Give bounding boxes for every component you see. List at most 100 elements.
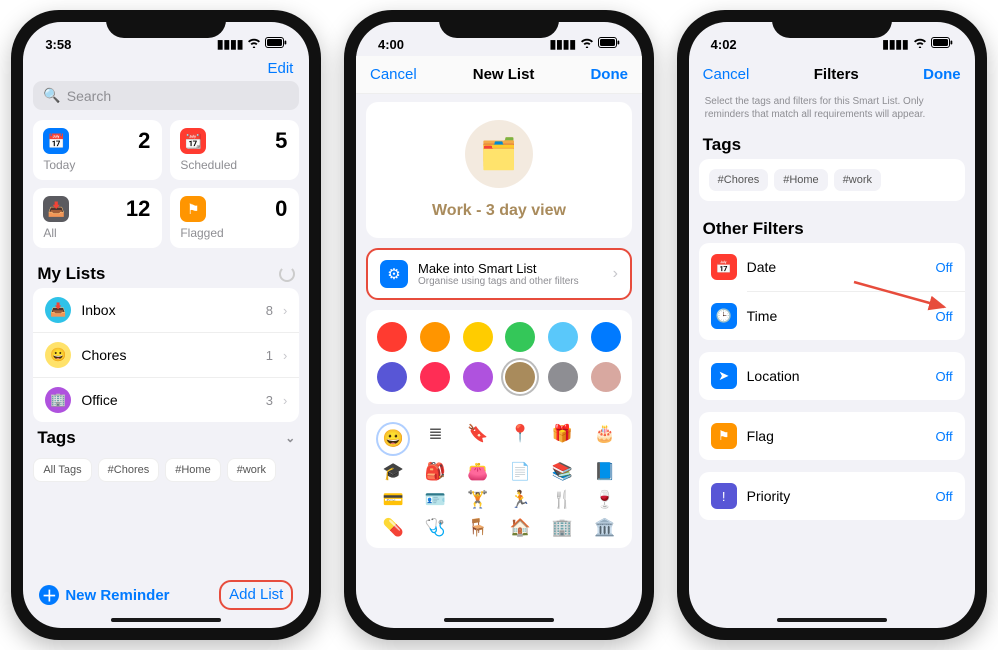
tag-chip[interactable]: #Home [774, 169, 827, 191]
color-swatch[interactable] [548, 322, 578, 352]
notch [106, 10, 226, 38]
icon-option[interactable]: 🏠 [510, 518, 531, 538]
wifi-icon [913, 37, 927, 51]
notch [772, 10, 892, 38]
cancel-button[interactable]: Cancel [370, 66, 417, 83]
icon-option[interactable]: 🎂 [594, 424, 615, 454]
icon-option[interactable]: 🏢 [552, 518, 573, 538]
icon-option[interactable]: 🎒 [425, 462, 446, 482]
add-list-button[interactable]: Add List [229, 586, 283, 603]
tag-chip[interactable]: #work [834, 169, 881, 191]
icon-option[interactable]: 📍 [510, 424, 531, 454]
list-row[interactable]: 🏢 Office 3 › [33, 378, 299, 422]
calendar-scheduled-icon: 📆 [180, 128, 206, 154]
icon-option[interactable]: 🍴 [552, 490, 573, 510]
filter-row-time[interactable]: 🕒 Time Off [699, 292, 965, 340]
card-all[interactable]: 📥 12 All [33, 188, 162, 248]
color-swatch[interactable] [463, 362, 493, 392]
filter-row-flag[interactable]: ⚑ Flag Off [699, 412, 965, 460]
calendar-today-icon: 📅 [43, 128, 69, 154]
icon-option[interactable]: 📘 [594, 462, 615, 482]
list-name-field[interactable]: Work - 3 day view [432, 202, 566, 220]
battery-icon [931, 37, 953, 51]
icon-option[interactable]: 🏃 [510, 490, 531, 510]
list-row[interactable]: 😀 Chores 1 › [33, 333, 299, 378]
tray-icon: 📥 [43, 196, 69, 222]
color-swatch[interactable] [548, 362, 578, 392]
home-indicator[interactable] [111, 618, 221, 622]
tag-chip[interactable]: #Chores [709, 169, 769, 191]
color-swatch[interactable] [463, 322, 493, 352]
card-flagged-count: 0 [275, 196, 287, 222]
color-swatch[interactable] [377, 362, 407, 392]
tag-chip[interactable]: #work [227, 458, 276, 482]
icon-option[interactable]: 🏋️ [467, 490, 488, 510]
home-indicator[interactable] [444, 618, 554, 622]
list-preview-icon: 🗂️ [465, 120, 533, 188]
filter-row-date[interactable]: 📅 Date Off [699, 243, 965, 291]
color-swatch[interactable] [377, 322, 407, 352]
icon-option[interactable]: 🎁 [552, 424, 573, 454]
make-smart-list-row[interactable]: ⚙︎ Make into Smart List Organise using t… [366, 248, 632, 300]
icon-picker: 😀 ≣ 🔖 📍 🎁 🎂 🎓 🎒 👛 📄 📚 📘 💳 🪪 🏋️ 🏃 🍴 🍷 💊 🩺 🪑 🏠 🏢 🏛️ [366, 414, 632, 548]
card-flagged[interactable]: ⚑ 0 Flagged [170, 188, 299, 248]
card-scheduled[interactable]: 📆 5 Scheduled [170, 120, 299, 180]
icon-option[interactable]: ≣ [428, 424, 442, 454]
my-lists: 📥 Inbox 8 ›😀 Chores 1 ›🏢 Office 3 › [33, 288, 299, 422]
filter-row-location[interactable]: ➤ Location Off [699, 352, 965, 400]
phone-new-list: 4:00 ▮▮▮▮ Cancel New List Done 🗂️ Work -… [344, 10, 654, 640]
list-preview-card: 🗂️ Work - 3 day view [366, 102, 632, 238]
done-button[interactable]: Done [590, 66, 628, 83]
icon-option[interactable]: 📄 [510, 462, 531, 482]
flag-icon: ⚑ [180, 196, 206, 222]
filter-value: Off [936, 309, 953, 324]
color-swatch[interactable] [420, 362, 450, 392]
my-lists-header: My Lists [37, 264, 105, 284]
flag-icon: ⚑ [711, 423, 737, 449]
color-swatch[interactable] [505, 362, 535, 392]
icon-option[interactable]: 🎓 [383, 462, 404, 482]
icon-option[interactable]: 🔖 [467, 424, 488, 454]
color-picker [366, 310, 632, 404]
icon-option[interactable]: 🪑 [467, 518, 488, 538]
location-icon: ➤ [711, 363, 737, 389]
icon-option[interactable]: 👛 [467, 462, 488, 482]
icon-option[interactable]: 😀 [378, 424, 408, 454]
new-reminder-button[interactable]: ＋ New Reminder [39, 585, 169, 605]
color-swatch[interactable] [420, 322, 450, 352]
color-swatch[interactable] [591, 362, 621, 392]
icon-option[interactable]: 📚 [552, 462, 573, 482]
home-indicator[interactable] [777, 618, 887, 622]
icon-option[interactable]: 💳 [383, 490, 404, 510]
gear-badge-icon: ⚙︎ [380, 260, 408, 288]
icon-option[interactable]: 🏛️ [594, 518, 615, 538]
color-swatch[interactable] [505, 322, 535, 352]
list-row[interactable]: 📥 Inbox 8 › [33, 288, 299, 333]
icon-option[interactable]: 🪪 [425, 490, 446, 510]
cancel-button[interactable]: Cancel [703, 66, 750, 83]
tags-header: Tags [37, 428, 75, 448]
done-button[interactable]: Done [923, 66, 961, 83]
tag-chip[interactable]: #Chores [98, 458, 160, 482]
color-swatch[interactable] [591, 322, 621, 352]
chevron-right-icon: › [613, 265, 618, 283]
search-field[interactable]: 🔍 Search [33, 81, 299, 110]
card-today-label: Today [43, 158, 152, 172]
list-icon: 🏢 [45, 387, 71, 413]
tag-selector[interactable]: #Chores#Home #work [699, 159, 965, 201]
filters-hint: Select the tags and filters for this Sma… [689, 93, 975, 129]
card-today[interactable]: 📅 2 Today [33, 120, 162, 180]
loading-spinner-icon [279, 266, 295, 282]
status-time: 4:00 [378, 37, 404, 52]
icon-option[interactable]: 💊 [383, 518, 404, 538]
edit-button[interactable]: Edit [267, 60, 293, 77]
tag-chip[interactable]: All Tags [33, 458, 91, 482]
other-filters-header: Other Filters [703, 219, 804, 239]
icon-option[interactable]: 🩺 [425, 518, 446, 538]
tag-chip[interactable]: #Home [165, 458, 220, 482]
icon-option[interactable]: 🍷 [594, 490, 615, 510]
status-time: 4:02 [711, 37, 737, 52]
filter-value: Off [936, 489, 953, 504]
chevron-down-icon[interactable]: ⌄ [285, 431, 295, 445]
filter-row-priority[interactable]: ! Priority Off [699, 472, 965, 520]
